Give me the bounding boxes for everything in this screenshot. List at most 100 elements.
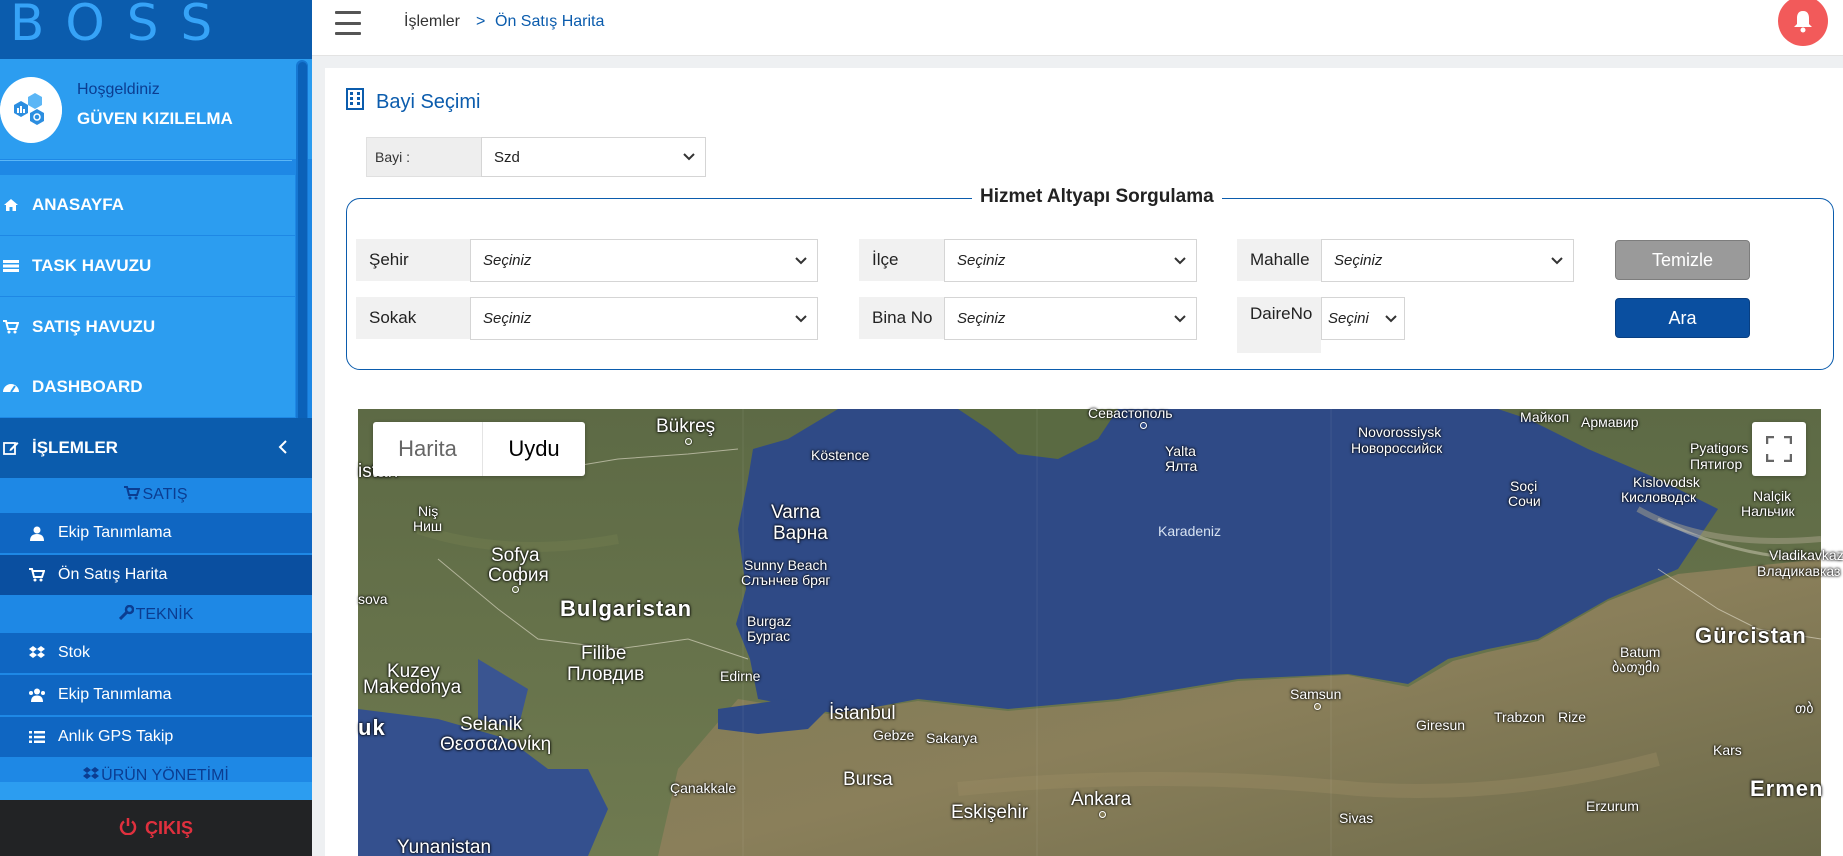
avatar[interactable] [0,77,62,143]
mahalle-select[interactable]: Seçiniz [1321,239,1574,282]
temizle-button[interactable]: Temizle [1615,240,1750,280]
sidebar-item-label: Ön Satış Harita [58,566,168,583]
user-name: GÜVEN KIZILELMA [77,109,233,128]
map-label: Ниш [413,518,443,534]
map-label: Çanakkale [670,780,737,796]
dropbox-icon [28,646,46,660]
sehir-select-value: Seçiniz [483,252,532,269]
sehir-label: Şehir [356,239,470,281]
map-label: Makedonya [363,677,462,698]
sidebar-item-ekip-tanimlama-teknik[interactable]: Ekip Tanımlama [0,675,312,715]
map-label: Sofya [491,545,540,566]
sidebar-item-label: Ekip Tanımlama [58,524,172,541]
chevron-down-icon [1551,257,1563,265]
bina-no-select-value: Seçiniz [957,310,1006,327]
notification-bell-icon[interactable] [1778,0,1828,46]
map-label-country: Yunanistan [397,837,492,856]
breadcrumb-item-current: Ön Satış Harita [495,13,605,30]
map-label-country: uk [358,715,386,740]
header-gap [312,56,1843,68]
map-label: Новороссийск [1351,440,1443,456]
city-marker-icon [1140,422,1147,429]
map-label: Бургас [747,628,791,644]
chevron-down-icon [1174,257,1186,265]
edit-icon [2,440,20,456]
bayi-select[interactable]: Szd [481,137,706,177]
sehir-select[interactable]: Seçiniz [470,239,818,282]
sidebar-item-label: DASHBOARD [32,377,143,396]
building-icon [346,88,364,116]
fieldset-legend: Hizmet Altyapı Sorgulama [972,186,1222,208]
map-label: Rize [1558,709,1587,725]
sidebar-item-anlik-gps-takip[interactable]: Anlık GPS Takip [0,717,312,757]
logout-label: ÇIKIŞ [144,817,193,838]
map-label: Yalta [1165,443,1196,459]
chevron-left-icon[interactable] [278,440,288,457]
map-label: Trabzon [1494,709,1545,725]
ilce-select-value: Seçiniz [957,252,1006,269]
map-label: sova [358,591,388,607]
ara-button[interactable]: Ara [1615,298,1750,338]
map-label: თბ [1795,700,1814,716]
chevron-down-icon [795,257,807,265]
map-label: Владикавказ [1757,563,1841,579]
map-label-country: Gürcistan [1695,623,1807,648]
map-label: Batum [1620,644,1661,660]
sidebar-item-on-satis-harita[interactable]: Ön Satış Harita [0,555,312,595]
sidebar-item-label: Ekip Tanımlama [58,686,172,703]
map-label: Eskişehir [951,802,1029,823]
list-icon [28,730,46,744]
map-label-country: Ermen [1750,776,1824,801]
sidebar-item-stok[interactable]: Stok [0,633,312,673]
sidebar-item-label: Anlık GPS Takip [58,728,174,745]
map-label: Армавир [1581,414,1639,430]
map-type-uydu-button[interactable]: Uydu [483,422,585,476]
sidebar-item-label: İŞLEMLER [32,438,118,457]
app-logo[interactable]: BOSS [10,0,234,52]
map-label: Edirne [720,668,761,684]
map-type-harita-button[interactable]: Harita [373,422,483,476]
map-type-toggle: Harita Uydu [373,422,585,476]
map-label: Пловдив [567,664,645,685]
daire-no-select[interactable]: Seçini [1321,297,1405,340]
sidebar-group-teknik: TEKNİK [0,598,312,632]
bayi-label: Bayi : [366,137,481,177]
dashboard-icon [2,380,20,394]
sidebar-item-islemler[interactable]: İŞLEMLER [0,418,312,478]
logout-button[interactable]: ÇIKIŞ [0,800,312,856]
bayi-section-title: Bayi Seçimi [346,88,480,116]
user-profile: Hoşgeldiniz GÜVEN KIZILELMA [0,59,312,159]
daire-no-label-line2: No [1290,304,1313,323]
sidebar-item-dashboard[interactable]: DASHBOARD [0,357,295,417]
sidebar-item-task-havuzu[interactable]: TASK HAVUZU [0,236,295,296]
sidebar-item-label: TASK HAVUZU [32,256,152,275]
map-label: Gebze [873,727,915,743]
map-label: Filibe [581,643,627,664]
map-label-country: Bulgaristan [560,596,693,621]
map-label: Пятигор [1690,456,1743,472]
profile-divider [0,160,292,161]
city-marker-icon [685,438,692,445]
ilce-select[interactable]: Seçiniz [944,239,1197,282]
chevron-down-icon [795,315,807,323]
map-label: Selanik [460,714,523,735]
bina-no-select[interactable]: Seçiniz [944,297,1197,340]
map-label: Майкоп [1520,409,1570,425]
chevron-down-icon [1174,315,1186,323]
sidebar-footer-strip [0,782,312,800]
sokak-select-value: Seçiniz [483,310,532,327]
fullscreen-button[interactable] [1752,422,1806,476]
cart-icon [124,485,141,505]
hamburger-menu-icon[interactable] [335,11,361,35]
breadcrumb-item-islemler[interactable]: İşlemler [404,13,460,31]
sokak-select[interactable]: Seçiniz [470,297,818,340]
map-label: Sakarya [926,730,978,746]
sidebar-item-anasayfa[interactable]: ANASAYFA [0,175,295,235]
mahalle-select-value: Seçiniz [1334,252,1383,269]
sidebar-item-satis-havuzu[interactable]: SATIŞ HAVUZU [0,297,295,357]
map-label: Варна [773,523,828,544]
map-label: Nalçik [1753,488,1792,504]
map-label: Giresun [1416,717,1466,733]
sidebar-item-ekip-tanimlama-satis[interactable]: Ekip Tanımlama [0,513,312,553]
map-label: Köstence [811,447,870,463]
